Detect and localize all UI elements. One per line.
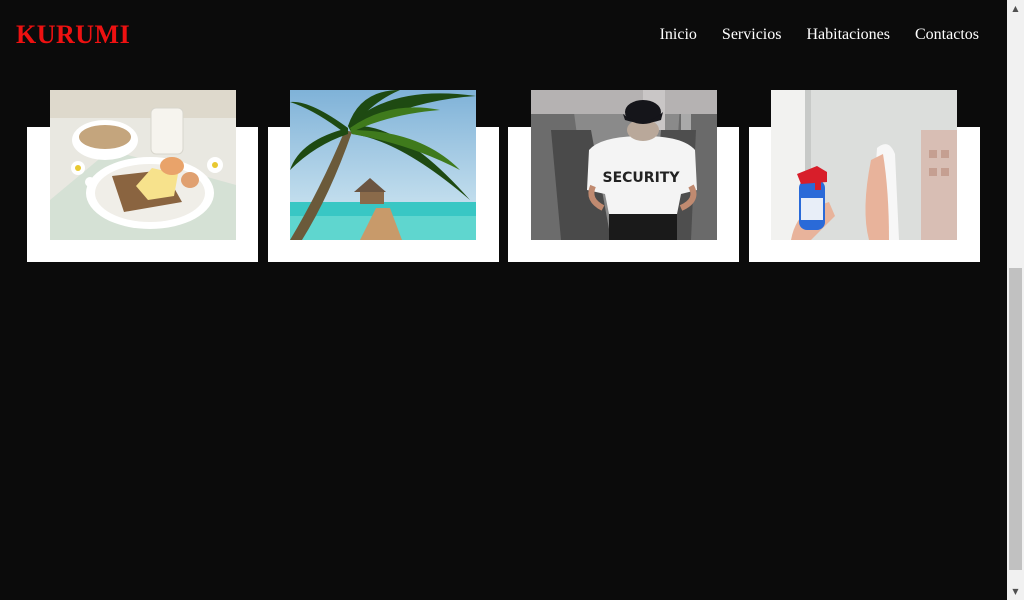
scroll-down-arrow-icon[interactable]: ▼ — [1007, 583, 1024, 600]
scroll-up-arrow-icon[interactable]: ▲ — [1007, 0, 1024, 17]
nav-link-inicio[interactable]: Inicio — [660, 26, 697, 44]
page-scrollbar[interactable]: ▲ ▼ — [1007, 0, 1024, 600]
beach-photo — [290, 90, 476, 240]
breakfast-photo — [50, 90, 236, 240]
nav-link-habitaciones[interactable]: Habitaciones — [806, 26, 890, 44]
security-photo: SECURITY — [531, 90, 717, 240]
nav-link-contactos[interactable]: Contactos — [915, 26, 979, 44]
nav-links: Inicio Servicios Habitaciones Contactos — [660, 26, 979, 44]
navbar: KURUMI Inicio Servicios Habitaciones Con… — [0, 0, 1007, 72]
nav-link-servicios[interactable]: Servicios — [722, 26, 782, 44]
cleaning-photo — [771, 90, 957, 240]
brand-logo[interactable]: KURUMI — [16, 20, 130, 50]
scrollbar-thumb[interactable] — [1009, 268, 1022, 570]
security-shirt-text: SECURITY — [603, 170, 681, 186]
